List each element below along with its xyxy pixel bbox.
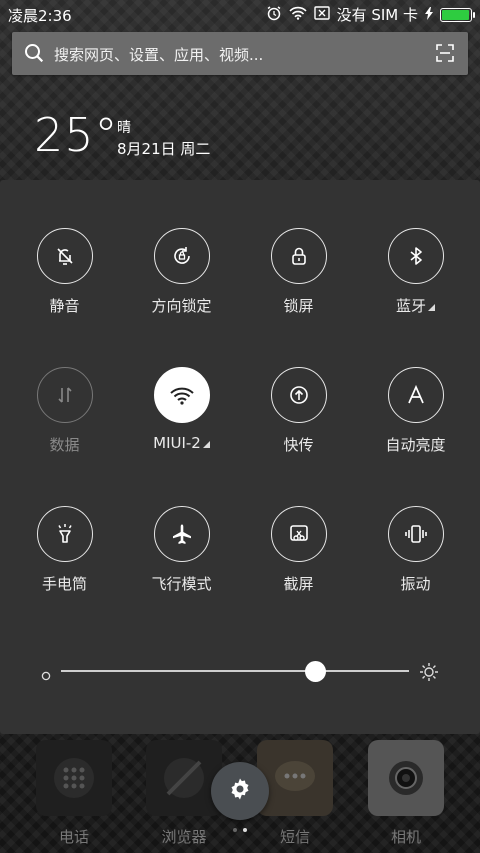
vibrate-icon <box>387 506 444 562</box>
camera-icon <box>368 740 444 816</box>
toggle-label: 飞行模式 <box>151 575 212 593</box>
phone-icon <box>36 740 112 816</box>
battery-icon <box>440 7 475 22</box>
brightness-high-icon <box>419 662 439 686</box>
wifi-icon <box>153 367 210 423</box>
browser-icon <box>146 740 222 816</box>
weather-temperature[interactable]: 25° <box>34 108 119 162</box>
toggle-label: 自动亮度 <box>385 436 446 454</box>
dock-app-phone[interactable]: 电话 <box>34 740 114 847</box>
brightness-knob[interactable] <box>305 661 327 682</box>
toggle-label: 蓝牙 <box>357 295 474 316</box>
toggle-auto-brightness[interactable]: 自动亮度 <box>357 367 474 455</box>
brightness-slider[interactable] <box>38 660 442 684</box>
bell-off-icon <box>36 228 93 284</box>
dock-app-label: 相机 <box>390 828 421 846</box>
page-dot-active <box>243 828 247 832</box>
toggle-label: MIUI-2 <box>123 434 240 452</box>
rotation-lock-icon <box>153 228 210 284</box>
toggle-lock-screen[interactable]: 锁屏 <box>240 228 357 316</box>
no-sim-icon <box>313 5 330 24</box>
toggle-label: 振动 <box>400 575 431 593</box>
carrier-text: 没有 SIM 卡 <box>336 6 418 24</box>
alarm-icon <box>266 5 282 25</box>
dock-app-label: 短信 <box>279 828 310 846</box>
mobile-data-icon <box>36 367 93 423</box>
dock-app-label: 浏览器 <box>161 828 207 846</box>
page-indicator <box>233 828 247 832</box>
toggle-rotation-lock[interactable]: 方向锁定 <box>123 228 240 316</box>
status-time: 凌晨2:36 <box>8 7 72 25</box>
toggle-label: 静音 <box>49 297 80 315</box>
gear-icon <box>228 777 252 805</box>
brightness-track[interactable] <box>61 670 409 672</box>
toggle-vibrate[interactable]: 振动 <box>357 506 474 594</box>
lock-icon <box>270 228 327 284</box>
toggle-silent[interactable]: 静音 <box>6 228 123 316</box>
wifi-status-icon <box>288 6 307 24</box>
brightness-low-icon <box>41 666 51 685</box>
toggle-label: 手电筒 <box>41 575 87 593</box>
auto-brightness-icon <box>387 367 444 423</box>
quick-settings-panel: 静音 方向锁定 锁屏 蓝牙 数据 MIUI-2 快传 自动亮度 手电筒 飞行模式… <box>0 180 480 734</box>
search-placeholder: 搜索网页、设置、应用、视频... <box>54 46 264 64</box>
toggle-label: 数据 <box>49 436 80 454</box>
status-bar: 凌晨2:36 没有 SIM 卡 <box>0 0 480 28</box>
toggle-mobile-data[interactable]: 数据 <box>6 367 123 455</box>
toggle-screenshot[interactable]: 截屏 <box>240 506 357 594</box>
message-icon <box>257 740 333 816</box>
toggle-wifi[interactable]: MIUI-2 <box>123 367 240 452</box>
weather-condition: 晴 <box>117 120 131 136</box>
search-bar[interactable]: 搜索网页、设置、应用、视频... <box>12 32 468 75</box>
dock-app-label: 电话 <box>58 828 89 846</box>
scan-icon[interactable] <box>436 44 454 66</box>
airplane-icon <box>153 506 210 562</box>
toggle-label: 锁屏 <box>283 297 314 315</box>
toggle-label: 快传 <box>283 436 314 454</box>
charging-icon <box>425 6 433 24</box>
search-icon <box>24 43 44 67</box>
weather-date: 8月21日 周二 <box>117 140 211 158</box>
toggle-bluetooth[interactable]: 蓝牙 <box>357 228 474 316</box>
page-dot <box>233 828 237 832</box>
screenshot-icon <box>270 506 327 562</box>
toggle-label: 方向锁定 <box>151 297 212 315</box>
toggle-label: 截屏 <box>283 575 314 593</box>
upload-icon <box>270 367 327 423</box>
toggle-flashlight[interactable]: 手电筒 <box>6 506 123 594</box>
settings-button[interactable] <box>211 762 269 820</box>
toggle-airplane-mode[interactable]: 飞行模式 <box>123 506 240 594</box>
bluetooth-icon <box>387 228 444 284</box>
toggle-quick-transfer[interactable]: 快传 <box>240 367 357 455</box>
flashlight-icon <box>36 506 93 562</box>
dock-app-camera[interactable]: 相机 <box>366 740 446 847</box>
